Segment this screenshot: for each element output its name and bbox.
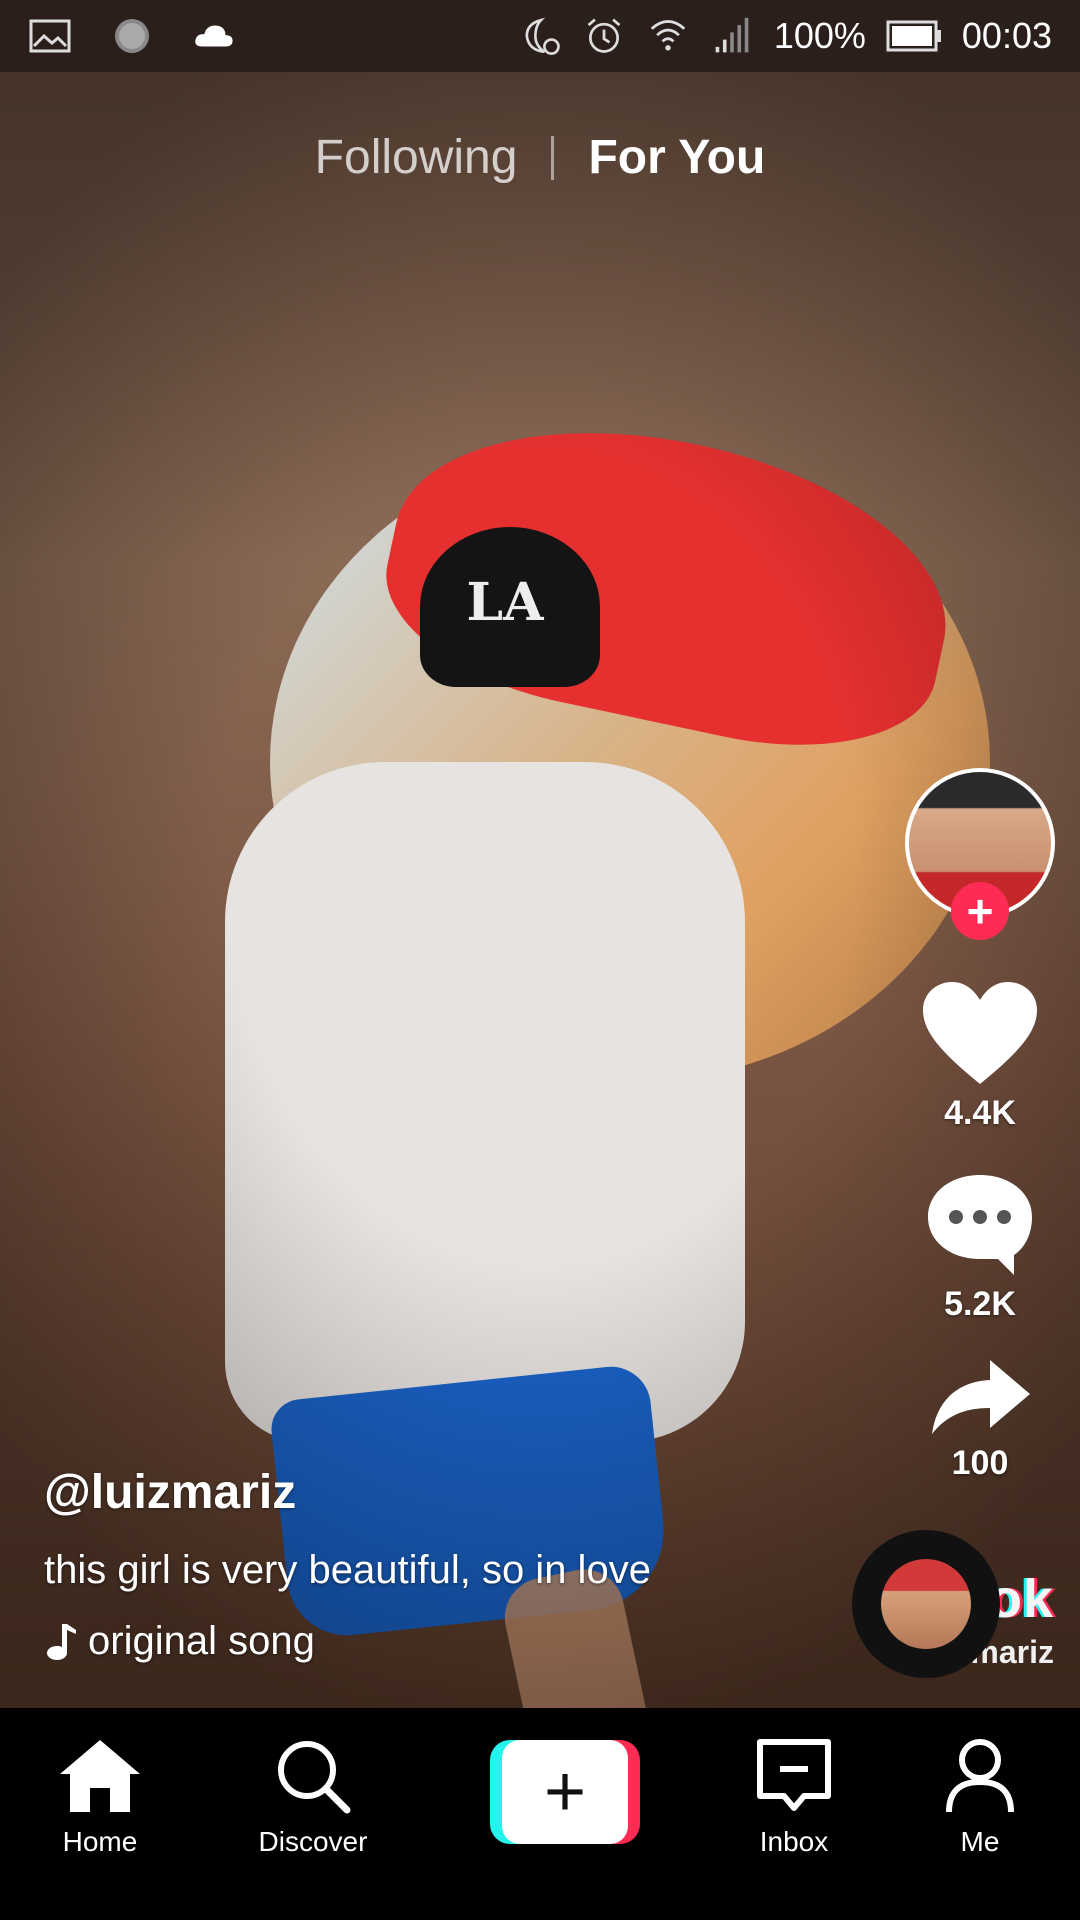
nav-me-label: Me <box>960 1826 1000 1857</box>
signal-icon <box>715 17 749 53</box>
heart-icon <box>923 982 1037 1084</box>
bottom-nav: Home Discover + Inbox Me <box>0 1708 1080 1920</box>
cloud-icon <box>195 25 233 47</box>
nav-inbox[interactable]: Inbox <box>734 1738 854 1858</box>
do-not-disturb-icon <box>525 17 560 55</box>
nav-inbox-label: Inbox <box>759 1826 829 1857</box>
nav-home[interactable]: Home <box>40 1738 160 1858</box>
status-bar: 100% 00:03 <box>0 0 1080 72</box>
alarm-icon <box>587 18 621 53</box>
music-disc-cover <box>881 1559 971 1649</box>
song-link[interactable]: original song <box>44 1619 804 1664</box>
comment-button[interactable]: 5.2K <box>924 1171 1036 1324</box>
action-rail: + 4.4K 5.2K 100 <box>900 768 1060 1483</box>
creator-username[interactable]: @luizmariz <box>44 1465 804 1520</box>
creator-avatar-group: + <box>905 768 1055 940</box>
plus-icon: + <box>502 1740 628 1844</box>
home-icon <box>60 1740 140 1812</box>
create-button[interactable]: + <box>490 1740 640 1844</box>
inbox-icon <box>757 1739 831 1811</box>
loading-icon <box>115 19 149 53</box>
nav-discover-label: Discover <box>258 1826 368 1857</box>
comment-count: 5.2K <box>944 1285 1016 1323</box>
battery-icon <box>886 20 941 52</box>
wifi-icon <box>650 20 686 51</box>
share-icon <box>932 1360 1030 1434</box>
like-button[interactable]: 4.4K <box>921 980 1039 1133</box>
nav-discover[interactable]: Discover <box>248 1738 378 1858</box>
music-disc[interactable] <box>852 1530 1000 1678</box>
share-count: 100 <box>951 1444 1009 1482</box>
nav-me[interactable]: Me <box>920 1738 1040 1858</box>
tab-following[interactable]: Following <box>315 130 518 185</box>
music-note-icon <box>47 1623 76 1660</box>
feed-tabs: Following For You <box>0 130 1080 185</box>
search-icon <box>278 1741 351 1814</box>
battery-percent: 100% <box>773 15 866 56</box>
follow-button[interactable]: + <box>951 882 1009 940</box>
gallery-icon <box>29 19 71 53</box>
tab-divider <box>551 135 555 180</box>
song-title: original song <box>88 1619 315 1663</box>
video-caption: @luizmariz this girl is very beautiful, … <box>44 1465 804 1664</box>
nav-home-label: Home <box>62 1826 138 1857</box>
video-description: this girl is very beautiful, so in love <box>44 1548 651 1592</box>
share-button[interactable]: 100 <box>928 1358 1032 1483</box>
like-count: 4.4K <box>944 1094 1016 1132</box>
comment-icon <box>928 1175 1032 1275</box>
clock: 00:03 <box>961 15 1052 56</box>
profile-icon <box>946 1739 1014 1813</box>
tab-for-you[interactable]: For You <box>588 130 765 185</box>
